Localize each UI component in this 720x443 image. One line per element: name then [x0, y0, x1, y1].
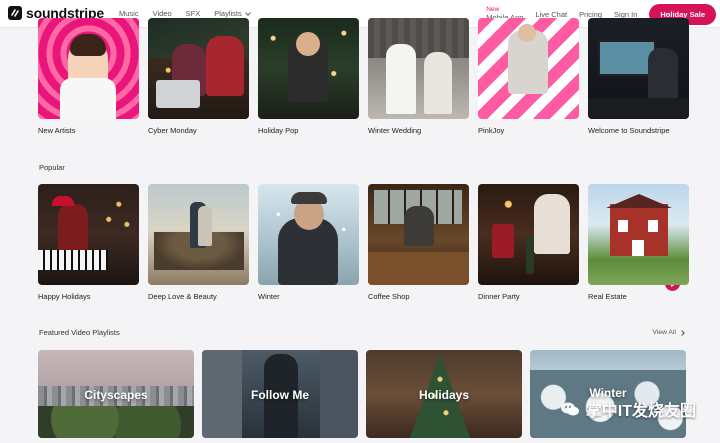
video-playlist-title: Holidays	[418, 388, 469, 402]
playlist-title: Deep Love & Beauty	[148, 292, 217, 301]
playlist-card[interactable]: Winter Wedding	[368, 18, 469, 135]
playlist-title: Real Estate	[588, 292, 627, 301]
playlist-thumbnail	[478, 18, 579, 119]
view-all-label: View All	[652, 329, 676, 336]
playlist-title: Holiday Pop	[258, 126, 299, 135]
playlist-title: Cyber Monday	[148, 126, 197, 135]
playlist-title: Welcome to Soundstripe	[588, 126, 670, 135]
chevron-right-icon	[679, 329, 685, 336]
playlist-card[interactable]: Welcome to Soundstripe	[588, 18, 689, 135]
playlist-card[interactable]: Happy Holidays	[38, 184, 139, 301]
chevron-down-icon	[244, 9, 251, 16]
playlist-card[interactable]: Real Estate	[588, 184, 689, 301]
nav-music[interactable]: Music	[119, 9, 139, 18]
playlist-title: PinkJoy	[478, 126, 505, 135]
playlist-row-top: New Artists Cyber Monday Holiday Pop Win…	[38, 18, 689, 135]
playlist-card[interactable]: Winter	[258, 184, 680, 301]
section-title-featured: Featured Video Playlists	[39, 328, 120, 337]
playlist-thumbnail	[368, 18, 469, 119]
nav-video[interactable]: Video	[153, 9, 172, 18]
playlist-thumbnail	[588, 184, 689, 285]
video-playlist-card[interactable]: Holidays	[366, 350, 522, 438]
playlist-card[interactable]: PinkJoy	[478, 18, 579, 135]
playlist-card[interactable]: Holiday Pop	[258, 18, 359, 135]
playlist-row-popular: Happy Holidays Deep Love & Beauty Winter…	[38, 184, 689, 301]
playlist-thumbnail	[258, 18, 359, 119]
video-playlist-card[interactable]: Winter	[530, 350, 686, 438]
playlist-thumbnail	[38, 184, 139, 285]
nav-playlists-label: Playlists	[214, 9, 242, 18]
primary-nav: Music Video SFX Playlists	[119, 9, 264, 18]
playlist-title: New Artists	[38, 126, 76, 135]
playlist-thumbnail	[38, 18, 139, 119]
video-playlist-row: Cityscapes Follow Me Holidays Winter	[38, 350, 686, 438]
playlist-thumbnail	[148, 18, 249, 119]
video-playlist-card[interactable]: Follow Me	[202, 350, 358, 438]
playlist-thumbnail	[368, 184, 469, 285]
watermark-text: 掌中IT发烧友圈	[585, 403, 696, 420]
section-title-popular: Popular	[39, 163, 65, 172]
playlist-card[interactable]: New Artists	[38, 18, 139, 135]
view-all-link[interactable]: View All	[652, 329, 685, 336]
nav-sfx[interactable]: SFX	[186, 9, 201, 18]
logo-icon	[8, 6, 22, 20]
playlist-card[interactable]: Coffee Shop	[368, 184, 469, 301]
watermark: 掌中IT发烧友圈	[560, 397, 696, 421]
video-playlist-title: Cityscapes	[84, 388, 148, 402]
playlist-thumbnail	[258, 184, 359, 285]
playlist-thumbnail	[478, 184, 579, 285]
nav-playlists-dropdown[interactable]: Playlists	[214, 9, 251, 18]
playlist-title: Dinner Party	[478, 292, 520, 301]
playlist-card[interactable]: Cyber Monday	[148, 18, 249, 135]
playlist-card[interactable]: Dinner Party	[478, 184, 579, 301]
playlist-thumbnail	[588, 18, 689, 119]
playlist-title: Winter	[258, 292, 280, 301]
video-playlist-card[interactable]: Cityscapes	[38, 350, 194, 438]
playlist-thumbnail	[148, 184, 249, 285]
video-playlist-title: Follow Me	[251, 388, 309, 402]
playlist-title: Winter Wedding	[368, 126, 422, 135]
wechat-icon	[560, 402, 579, 416]
playlist-title: Coffee Shop	[368, 292, 410, 301]
playlist-title: Happy Holidays	[38, 292, 91, 301]
playlist-card[interactable]: Deep Love & Beauty	[148, 184, 249, 301]
